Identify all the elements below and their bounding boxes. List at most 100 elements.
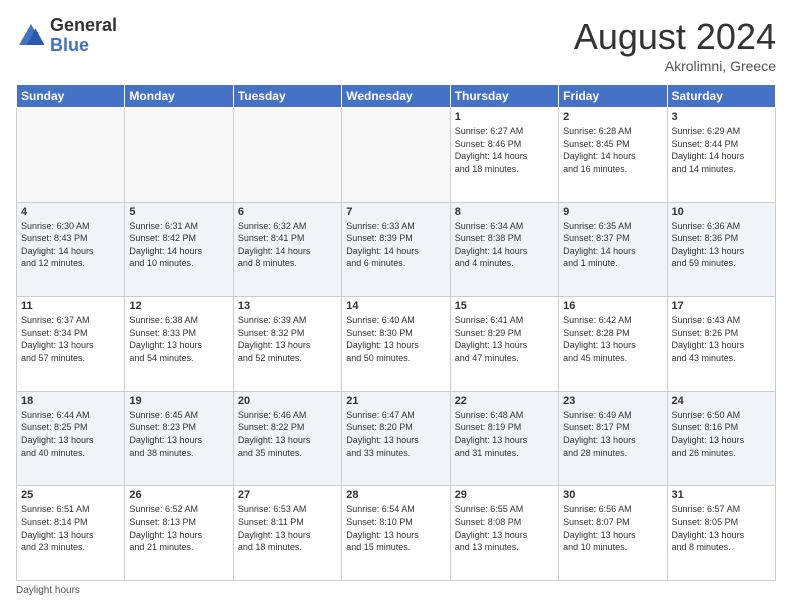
day-number: 18 [21, 395, 120, 407]
day-info: Sunrise: 6:33 AMSunset: 8:39 PMDaylight:… [346, 220, 445, 270]
day-number: 21 [346, 395, 445, 407]
calendar-cell [342, 108, 450, 203]
calendar-cell: 14 Sunrise: 6:40 AMSunset: 8:30 PMDayligh… [342, 297, 450, 392]
calendar-cell: 26 Sunrise: 6:52 AMSunset: 8:13 PMDayligh… [125, 486, 233, 581]
page: General Blue August 2024 Akrolimni, Gree… [0, 0, 792, 612]
day-number: 5 [129, 206, 228, 218]
day-number: 10 [672, 206, 771, 218]
calendar-cell: 23 Sunrise: 6:49 AMSunset: 8:17 PMDayligh… [559, 391, 667, 486]
day-info: Sunrise: 6:39 AMSunset: 8:32 PMDaylight:… [238, 314, 337, 364]
day-number: 4 [21, 206, 120, 218]
day-info: Sunrise: 6:51 AMSunset: 8:14 PMDaylight:… [21, 503, 120, 553]
calendar-cell: 21 Sunrise: 6:47 AMSunset: 8:20 PMDayligh… [342, 391, 450, 486]
calendar-cell: 13 Sunrise: 6:39 AMSunset: 8:32 PMDayligh… [233, 297, 341, 392]
calendar-cell: 3 Sunrise: 6:29 AMSunset: 8:44 PMDaylight… [667, 108, 775, 203]
day-number: 29 [455, 489, 554, 501]
day-number: 6 [238, 206, 337, 218]
day-number: 24 [672, 395, 771, 407]
calendar-cell: 1Sunrise: 6:27 AMSunset: 8:46 PMDaylight… [450, 108, 558, 203]
day-number: 31 [672, 489, 771, 501]
day-info: Sunrise: 6:45 AMSunset: 8:23 PMDaylight:… [129, 409, 228, 459]
calendar-cell: 2Sunrise: 6:28 AMSunset: 8:45 PMDaylight… [559, 108, 667, 203]
day-info: Sunrise: 6:28 AMSunset: 8:45 PMDaylight:… [563, 125, 662, 175]
calendar-cell: 25Sunrise: 6:51 AMSunset: 8:14 PMDayligh… [17, 486, 125, 581]
calendar-cell: 30 Sunrise: 6:56 AMSunset: 8:07 PMDayligh… [559, 486, 667, 581]
day-info: Sunrise: 6:55 AMSunset: 8:08 PMDaylight:… [455, 503, 554, 553]
calendar-cell: 24 Sunrise: 6:50 AMSunset: 8:16 PMDayligh… [667, 391, 775, 486]
day-info: Sunrise: 6:41 AMSunset: 8:29 PMDaylight:… [455, 314, 554, 364]
day-info: Sunrise: 6:38 AMSunset: 8:33 PMDaylight:… [129, 314, 228, 364]
day-info: Sunrise: 6:42 AMSunset: 8:28 PMDaylight:… [563, 314, 662, 364]
calendar-cell: 31 Sunrise: 6:57 AMSunset: 8:05 PMDayligh… [667, 486, 775, 581]
calendar-header: SundayMondayTuesdayWednesdayThursdayFrid… [17, 85, 776, 108]
day-number: 26 [129, 489, 228, 501]
calendar-cell: 28Sunrise: 6:54 AMSunset: 8:10 PMDayligh… [342, 486, 450, 581]
day-info: Sunrise: 6:57 AMSunset: 8:05 PMDaylight:… [672, 503, 771, 553]
location: Akrolimni, Greece [574, 58, 776, 74]
calendar-cell [125, 108, 233, 203]
day-info: Sunrise: 6:52 AMSunset: 8:13 PMDaylight:… [129, 503, 228, 553]
calendar-body: 1Sunrise: 6:27 AMSunset: 8:46 PMDaylight… [17, 108, 776, 581]
day-info: Sunrise: 6:56 AMSunset: 8:07 PMDaylight:… [563, 503, 662, 553]
day-info: Sunrise: 6:46 AMSunset: 8:22 PMDaylight:… [238, 409, 337, 459]
day-info: Sunrise: 6:40 AMSunset: 8:30 PMDaylight:… [346, 314, 445, 364]
footer-note: Daylight hours [16, 585, 776, 596]
calendar-cell: 4 Sunrise: 6:30 AMSunset: 8:43 PMDaylight… [17, 202, 125, 297]
logo-blue-text: Blue [50, 36, 117, 56]
day-of-week-wednesday: Wednesday [342, 85, 450, 108]
day-info: Sunrise: 6:29 AMSunset: 8:44 PMDaylight:… [672, 125, 771, 175]
day-info: Sunrise: 6:47 AMSunset: 8:20 PMDaylight:… [346, 409, 445, 459]
week-row-1: 1Sunrise: 6:27 AMSunset: 8:46 PMDaylight… [17, 108, 776, 203]
day-number: 16 [563, 300, 662, 312]
logo-text: General Blue [50, 16, 117, 56]
day-info: Sunrise: 6:34 AMSunset: 8:38 PMDaylight:… [455, 220, 554, 270]
calendar-cell: 19Sunrise: 6:45 AMSunset: 8:23 PMDayligh… [125, 391, 233, 486]
month-title: August 2024 [574, 16, 776, 58]
day-number: 20 [238, 395, 337, 407]
day-of-week-thursday: Thursday [450, 85, 558, 108]
day-number: 22 [455, 395, 554, 407]
day-info: Sunrise: 6:53 AMSunset: 8:11 PMDaylight:… [238, 503, 337, 553]
logo-general-text: General [50, 16, 117, 36]
header: General Blue August 2024 Akrolimni, Gree… [16, 16, 776, 74]
calendar-cell: 27 Sunrise: 6:53 AMSunset: 8:11 PMDayligh… [233, 486, 341, 581]
day-of-week-sunday: Sunday [17, 85, 125, 108]
day-number: 14 [346, 300, 445, 312]
day-info: Sunrise: 6:36 AMSunset: 8:36 PMDaylight:… [672, 220, 771, 270]
day-number: 30 [563, 489, 662, 501]
day-number: 11 [21, 300, 120, 312]
day-info: Sunrise: 6:31 AMSunset: 8:42 PMDaylight:… [129, 220, 228, 270]
day-number: 13 [238, 300, 337, 312]
day-number: 1 [455, 111, 554, 123]
calendar-cell: 7 Sunrise: 6:33 AMSunset: 8:39 PMDaylight… [342, 202, 450, 297]
calendar-cell [17, 108, 125, 203]
calendar-cell: 8Sunrise: 6:34 AMSunset: 8:38 PMDaylight… [450, 202, 558, 297]
calendar-cell: 10 Sunrise: 6:36 AMSunset: 8:36 PMDayligh… [667, 202, 775, 297]
title-block: August 2024 Akrolimni, Greece [574, 16, 776, 74]
day-number: 3 [672, 111, 771, 123]
calendar-cell: 16 Sunrise: 6:42 AMSunset: 8:28 PMDayligh… [559, 297, 667, 392]
calendar-cell: 29 Sunrise: 6:55 AMSunset: 8:08 PMDayligh… [450, 486, 558, 581]
day-info: Sunrise: 6:30 AMSunset: 8:43 PMDaylight:… [21, 220, 120, 270]
day-number: 15 [455, 300, 554, 312]
day-number: 17 [672, 300, 771, 312]
day-number: 7 [346, 206, 445, 218]
day-number: 23 [563, 395, 662, 407]
logo-icon [16, 21, 46, 51]
day-number: 27 [238, 489, 337, 501]
day-info: Sunrise: 6:50 AMSunset: 8:16 PMDaylight:… [672, 409, 771, 459]
week-row-3: 11 Sunrise: 6:37 AMSunset: 8:34 PMDayligh… [17, 297, 776, 392]
calendar-cell: 9 Sunrise: 6:35 AMSunset: 8:37 PMDaylight… [559, 202, 667, 297]
day-of-week-monday: Monday [125, 85, 233, 108]
day-info: Sunrise: 6:35 AMSunset: 8:37 PMDaylight:… [563, 220, 662, 270]
calendar-cell: 5 Sunrise: 6:31 AMSunset: 8:42 PMDaylight… [125, 202, 233, 297]
calendar-cell: 11 Sunrise: 6:37 AMSunset: 8:34 PMDayligh… [17, 297, 125, 392]
calendar-cell: 20 Sunrise: 6:46 AMSunset: 8:22 PMDayligh… [233, 391, 341, 486]
week-row-2: 4 Sunrise: 6:30 AMSunset: 8:43 PMDaylight… [17, 202, 776, 297]
day-number: 9 [563, 206, 662, 218]
day-info: Sunrise: 6:44 AMSunset: 8:25 PMDaylight:… [21, 409, 120, 459]
day-info: Sunrise: 6:37 AMSunset: 8:34 PMDaylight:… [21, 314, 120, 364]
day-of-week-tuesday: Tuesday [233, 85, 341, 108]
day-info: Sunrise: 6:49 AMSunset: 8:17 PMDaylight:… [563, 409, 662, 459]
calendar-cell: 6Sunrise: 6:32 AMSunset: 8:41 PMDaylight… [233, 202, 341, 297]
